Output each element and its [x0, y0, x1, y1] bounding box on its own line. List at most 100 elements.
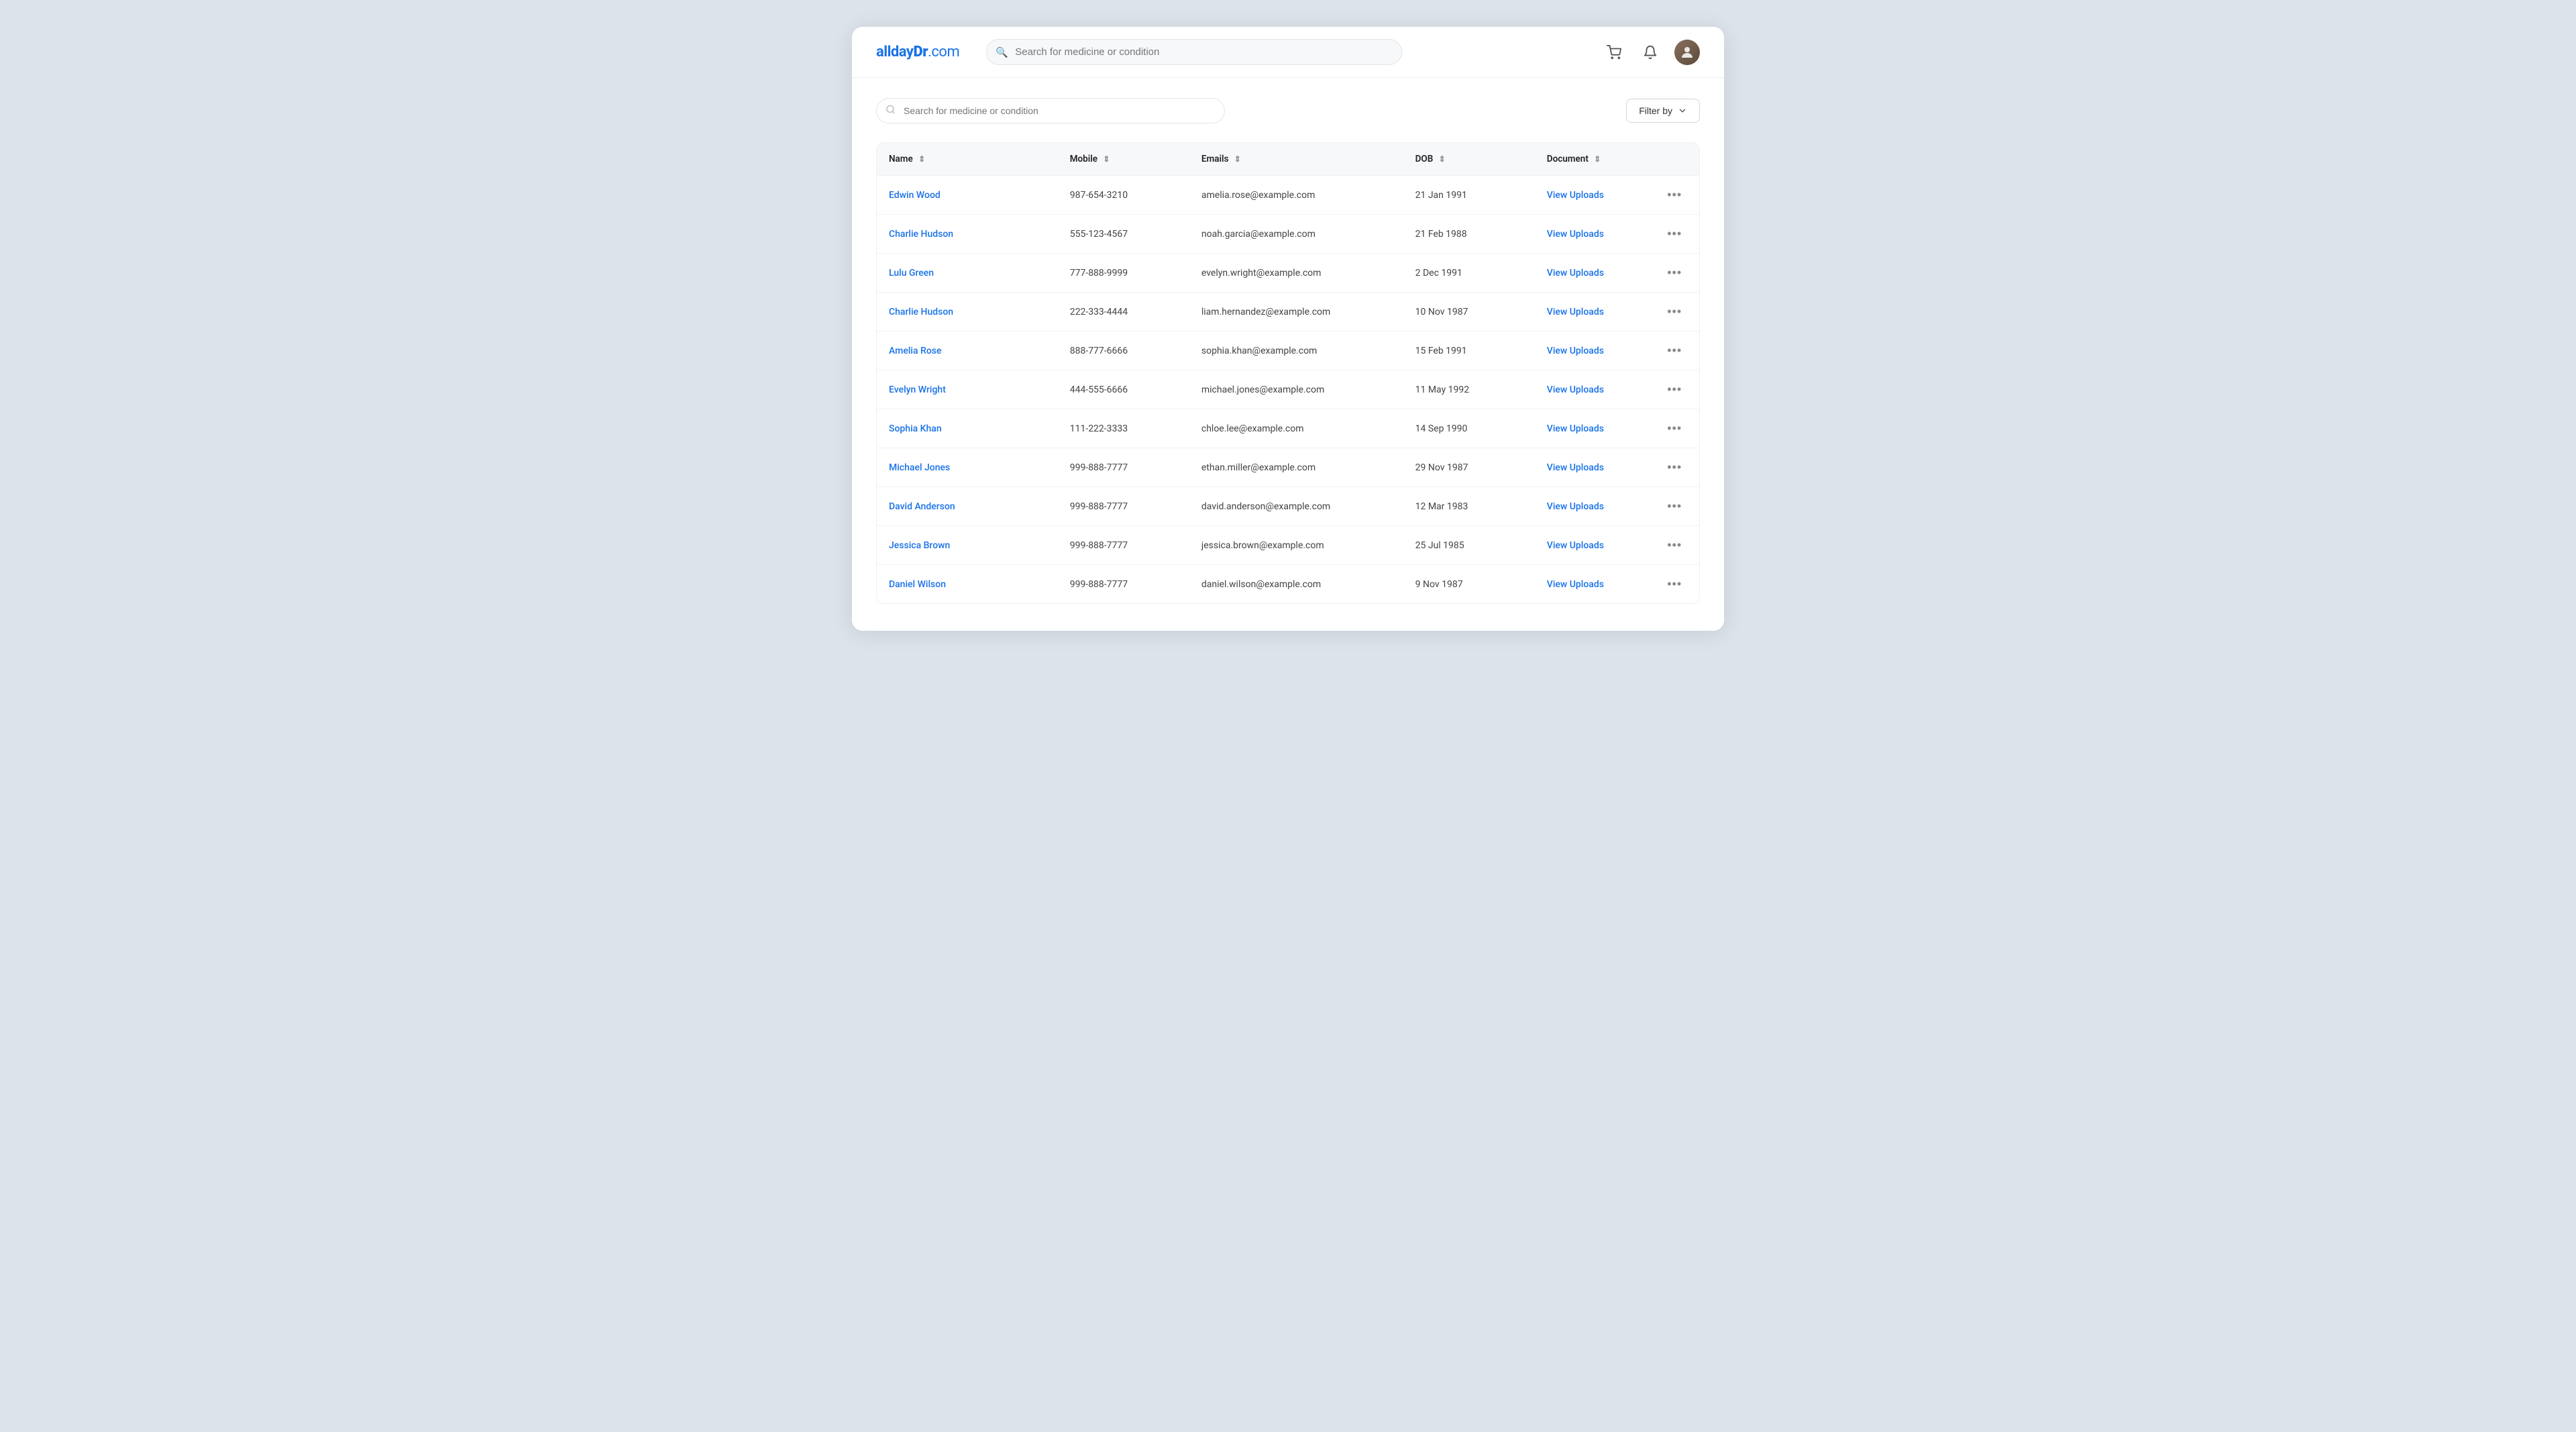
cell-mobile-9: 999-888-7777: [1058, 526, 1189, 565]
more-options-button-3[interactable]: •••: [1663, 303, 1686, 320]
cell-mobile-8: 999-888-7777: [1058, 487, 1189, 526]
name-link-9[interactable]: Jessica Brown: [889, 540, 950, 551]
filter-button[interactable]: Filter by: [1626, 99, 1700, 123]
sort-icon-document[interactable]: ⇕: [1594, 154, 1601, 164]
cell-dob-10: 9 Nov 1987: [1403, 565, 1535, 604]
main-window: alldayDr.com 🔍: [852, 27, 1724, 631]
cell-mobile-0: 987-654-3210: [1058, 176, 1189, 215]
cart-icon: [1607, 45, 1621, 60]
cell-email-3: liam.hernandez@example.com: [1189, 293, 1403, 331]
name-link-0[interactable]: Edwin Wood: [889, 190, 941, 201]
cell-actions-10: •••: [1650, 565, 1699, 604]
name-link-5[interactable]: Evelyn Wright: [889, 385, 946, 395]
avatar[interactable]: [1674, 40, 1700, 65]
more-options-button-5[interactable]: •••: [1663, 381, 1686, 398]
logo-text: alldayDr.com: [876, 44, 959, 60]
cell-dob-4: 15 Feb 1991: [1403, 331, 1535, 370]
name-link-7[interactable]: Michael Jones: [889, 462, 950, 473]
name-link-4[interactable]: Amelia Rose: [889, 346, 941, 356]
view-uploads-link-2[interactable]: View Uploads: [1547, 268, 1604, 278]
table-row: Charlie Hudson 555-123-4567 noah.garcia@…: [877, 215, 1699, 254]
sort-icon-dob[interactable]: ⇕: [1439, 154, 1446, 164]
sort-icon-mobile[interactable]: ⇕: [1103, 154, 1110, 164]
notifications-button[interactable]: [1638, 40, 1662, 64]
cell-actions-2: •••: [1650, 254, 1699, 293]
cell-actions-5: •••: [1650, 370, 1699, 409]
cart-button[interactable]: [1602, 40, 1626, 64]
name-link-1[interactable]: Charlie Hudson: [889, 229, 953, 240]
more-options-button-10[interactable]: •••: [1663, 576, 1686, 593]
cell-doc-9: View Uploads: [1535, 526, 1650, 565]
sub-search-input[interactable]: [876, 98, 1225, 123]
cell-email-9: jessica.brown@example.com: [1189, 526, 1403, 565]
nav-actions: [1602, 40, 1700, 65]
cell-actions-8: •••: [1650, 487, 1699, 526]
name-link-8[interactable]: David Anderson: [889, 501, 955, 512]
filter-label: Filter by: [1639, 105, 1672, 116]
cell-mobile-4: 888-777-6666: [1058, 331, 1189, 370]
cell-name-2: Lulu Green: [877, 254, 1058, 293]
table-header: Name ⇕ Mobile ⇕ Emails ⇕ DOB ⇕ Document: [877, 143, 1699, 176]
col-header-name: Name ⇕: [877, 143, 1058, 176]
cell-mobile-6: 111-222-3333: [1058, 409, 1189, 448]
cell-doc-3: View Uploads: [1535, 293, 1650, 331]
cell-dob-6: 14 Sep 1990: [1403, 409, 1535, 448]
avatar-image: [1674, 40, 1700, 65]
cell-mobile-2: 777-888-9999: [1058, 254, 1189, 293]
more-options-button-1[interactable]: •••: [1663, 225, 1686, 242]
view-uploads-link-1[interactable]: View Uploads: [1547, 229, 1604, 240]
more-options-button-9[interactable]: •••: [1663, 537, 1686, 554]
view-uploads-link-6[interactable]: View Uploads: [1547, 423, 1604, 434]
cell-doc-10: View Uploads: [1535, 565, 1650, 604]
col-header-mobile: Mobile ⇕: [1058, 143, 1189, 176]
cell-mobile-1: 555-123-4567: [1058, 215, 1189, 254]
view-uploads-link-0[interactable]: View Uploads: [1547, 190, 1604, 201]
more-options-button-8[interactable]: •••: [1663, 498, 1686, 515]
logo-com: .com: [928, 44, 959, 60]
name-link-3[interactable]: Charlie Hudson: [889, 307, 953, 317]
cell-dob-8: 12 Mar 1983: [1403, 487, 1535, 526]
cell-name-10: Daniel Wilson: [877, 565, 1058, 604]
sort-icon-email[interactable]: ⇕: [1234, 154, 1241, 164]
table-body: Edwin Wood 987-654-3210 amelia.rose@exam…: [877, 176, 1699, 604]
cell-email-8: david.anderson@example.com: [1189, 487, 1403, 526]
cell-mobile-3: 222-333-4444: [1058, 293, 1189, 331]
name-link-2[interactable]: Lulu Green: [889, 268, 934, 278]
main-content: Filter by Name ⇕ Mobile ⇕ Emails ⇕: [852, 78, 1724, 631]
cell-name-3: Charlie Hudson: [877, 293, 1058, 331]
cell-name-5: Evelyn Wright: [877, 370, 1058, 409]
sort-icon-name[interactable]: ⇕: [918, 154, 925, 164]
col-header-dob: DOB ⇕: [1403, 143, 1535, 176]
view-uploads-link-8[interactable]: View Uploads: [1547, 501, 1604, 512]
avatar-icon: [1679, 44, 1695, 60]
logo: alldayDr.com: [876, 44, 959, 60]
view-uploads-link-5[interactable]: View Uploads: [1547, 385, 1604, 395]
cell-name-1: Charlie Hudson: [877, 215, 1058, 254]
more-options-button-0[interactable]: •••: [1663, 187, 1686, 203]
cell-dob-7: 29 Nov 1987: [1403, 448, 1535, 487]
view-uploads-link-9[interactable]: View Uploads: [1547, 540, 1604, 551]
name-link-10[interactable]: Daniel Wilson: [889, 579, 946, 590]
search-icon-sub: [885, 105, 896, 117]
cell-email-0: amelia.rose@example.com: [1189, 176, 1403, 215]
more-options-button-4[interactable]: •••: [1663, 342, 1686, 359]
more-options-button-6[interactable]: •••: [1663, 420, 1686, 437]
table-row: Jessica Brown 999-888-7777 jessica.brown…: [877, 526, 1699, 565]
cell-name-7: Michael Jones: [877, 448, 1058, 487]
cell-mobile-10: 999-888-7777: [1058, 565, 1189, 604]
cell-actions-6: •••: [1650, 409, 1699, 448]
view-uploads-link-7[interactable]: View Uploads: [1547, 462, 1604, 473]
name-link-6[interactable]: Sophia Khan: [889, 423, 942, 434]
cell-doc-1: View Uploads: [1535, 215, 1650, 254]
more-options-button-2[interactable]: •••: [1663, 264, 1686, 281]
search-icon-top: 🔍: [996, 46, 1008, 58]
cell-name-0: Edwin Wood: [877, 176, 1058, 215]
more-options-button-7[interactable]: •••: [1663, 459, 1686, 476]
table-header-row: Name ⇕ Mobile ⇕ Emails ⇕ DOB ⇕ Document: [877, 143, 1699, 176]
view-uploads-link-4[interactable]: View Uploads: [1547, 346, 1604, 356]
cell-doc-0: View Uploads: [1535, 176, 1650, 215]
cell-email-7: ethan.miller@example.com: [1189, 448, 1403, 487]
top-search-input[interactable]: [986, 39, 1402, 65]
view-uploads-link-3[interactable]: View Uploads: [1547, 307, 1604, 317]
view-uploads-link-10[interactable]: View Uploads: [1547, 579, 1604, 590]
